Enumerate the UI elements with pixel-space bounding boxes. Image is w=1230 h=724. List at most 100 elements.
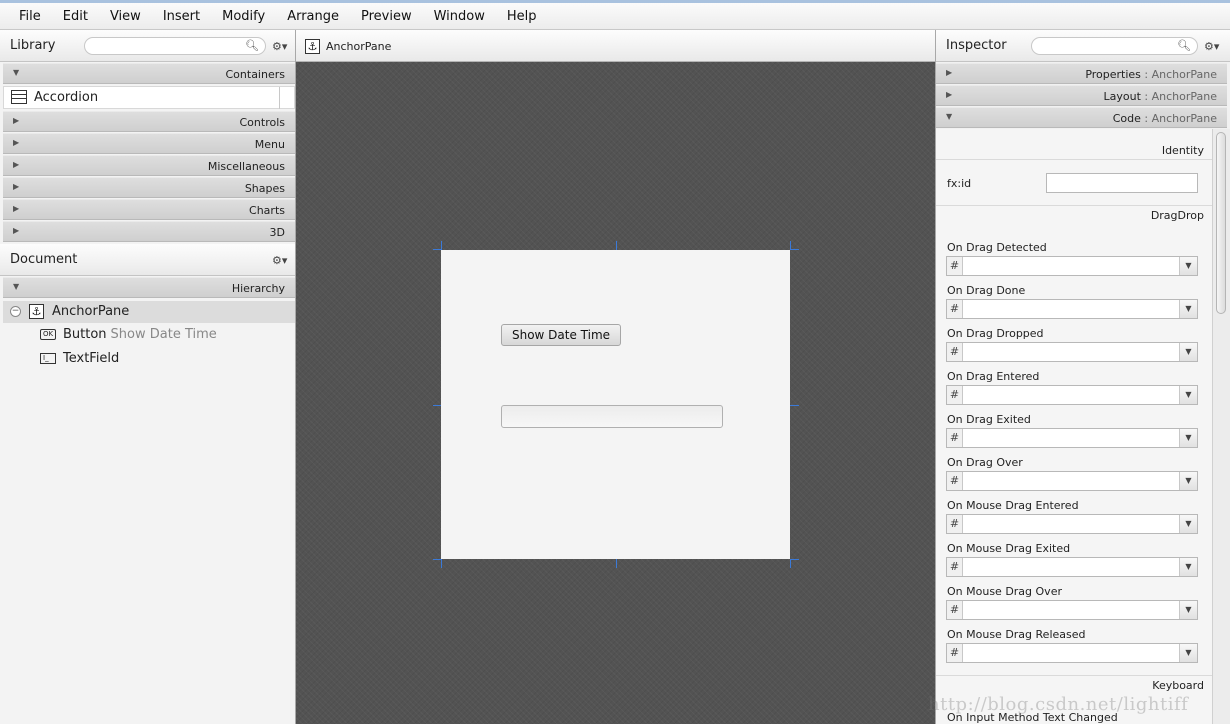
triangle-down-icon: ▼: [946, 112, 953, 121]
anchor-pane-canvas[interactable]: Show Date Time: [441, 250, 790, 559]
fxid-input[interactable]: [1046, 173, 1198, 193]
divider: [936, 675, 1212, 676]
tree-item-textfield[interactable]: I_ TextField: [3, 348, 295, 370]
on-drag-detected-field[interactable]: # ▼: [946, 256, 1198, 276]
triangle-right-icon: ▶: [946, 90, 953, 99]
section-miscellaneous[interactable]: ▶ Miscellaneous: [3, 155, 295, 176]
inspector-scrollbar[interactable]: [1212, 129, 1230, 724]
menu-modify[interactable]: Modify: [211, 9, 276, 24]
chevron-down-icon[interactable]: ▼: [1179, 300, 1197, 318]
chevron-down-icon[interactable]: ▼: [1179, 558, 1197, 576]
event-label: On Mouse Drag Entered: [947, 499, 1079, 512]
library-title: Library: [10, 38, 56, 53]
chevron-down-icon[interactable]: ▼: [1179, 429, 1197, 447]
collapse-icon[interactable]: −: [10, 306, 21, 317]
section-label: Menu: [254, 138, 285, 151]
chevron-down-icon[interactable]: ▼: [1179, 515, 1197, 533]
chevron-down-icon[interactable]: ▼: [1179, 343, 1197, 361]
on-drag-entered-field[interactable]: # ▼: [946, 385, 1198, 405]
section-label: Code : AnchorPane: [1112, 112, 1217, 125]
on-mouse-drag-over-field[interactable]: # ▼: [946, 600, 1198, 620]
handle-bottom-mid[interactable]: [616, 559, 617, 568]
keyboard-group-label: Keyboard: [1152, 679, 1204, 692]
triangle-right-icon: ▶: [13, 138, 20, 147]
tree-item-label: AnchorPane: [52, 304, 130, 319]
section-3d[interactable]: ▶ 3D: [3, 221, 295, 242]
watermark: http://blog.csdn.net/lightiff: [928, 694, 1189, 715]
menu-preview[interactable]: Preview: [350, 9, 423, 24]
chevron-down-icon[interactable]: ▼: [1179, 472, 1197, 490]
library-item-label: Accordion: [34, 90, 99, 105]
section-hierarchy[interactable]: ▼ Hierarchy: [3, 277, 295, 298]
on-mouse-drag-entered-field[interactable]: # ▼: [946, 514, 1198, 534]
on-drag-over-field[interactable]: # ▼: [946, 471, 1198, 491]
menu-edit[interactable]: Edit: [52, 9, 99, 24]
handle-bl-v[interactable]: [441, 559, 442, 568]
scrollbar-thumb[interactable]: [1216, 132, 1226, 314]
menu-help[interactable]: Help: [496, 9, 548, 24]
library-item-accordion[interactable]: Accordion: [3, 86, 295, 109]
chevron-down-icon[interactable]: ▼: [1179, 601, 1197, 619]
triangle-right-icon: ▶: [13, 226, 20, 235]
handle-br-h[interactable]: [790, 559, 799, 560]
chevron-down-icon[interactable]: ▼: [1179, 257, 1197, 275]
tree-item-button[interactable]: OK Button Show Date Time: [3, 324, 295, 346]
fxid-label: fx:id: [947, 177, 972, 190]
section-code[interactable]: ▼ Code : AnchorPane: [936, 107, 1227, 128]
on-drag-dropped-field[interactable]: # ▼: [946, 342, 1198, 362]
content-canvas-area[interactable]: ⚓︎ AnchorPane Show Date Time: [296, 30, 935, 724]
inspector-search-input[interactable]: 🔍︎: [1031, 37, 1198, 55]
menu-view[interactable]: View: [99, 9, 152, 24]
on-mouse-drag-exited-field[interactable]: # ▼: [946, 557, 1198, 577]
section-label: Miscellaneous: [207, 160, 285, 173]
handle-top-mid[interactable]: [616, 241, 617, 250]
on-mouse-drag-released-field[interactable]: # ▼: [946, 643, 1198, 663]
tree-item-label: Button Show Date Time: [63, 327, 217, 342]
triangle-right-icon: ▶: [13, 204, 20, 213]
handle-tr-v[interactable]: [790, 241, 791, 250]
handle-tr-h[interactable]: [790, 249, 799, 250]
library-search-input[interactable]: 🔍︎: [84, 37, 266, 55]
selection-bar: ⚓︎ AnchorPane: [296, 30, 935, 62]
section-label: Properties : AnchorPane: [1085, 68, 1217, 81]
chevron-down-icon[interactable]: ▼: [1179, 644, 1197, 662]
section-controls[interactable]: ▶ Controls: [3, 111, 295, 132]
triangle-down-icon: ▼: [13, 68, 20, 77]
triangle-right-icon: ▶: [13, 116, 20, 125]
handle-tl-v[interactable]: [441, 241, 442, 250]
on-drag-exited-field[interactable]: # ▼: [946, 428, 1198, 448]
menu-arrange[interactable]: Arrange: [276, 9, 350, 24]
tree-item-anchorpane[interactable]: − ⚓︎ AnchorPane: [3, 301, 295, 323]
selected-node-label[interactable]: AnchorPane: [326, 40, 391, 53]
tree-item-hint: Show Date Time: [110, 327, 217, 342]
on-drag-done-field[interactable]: # ▼: [946, 299, 1198, 319]
hash-icon: #: [947, 257, 963, 275]
menu-file[interactable]: File: [8, 9, 52, 24]
event-label: On Drag Detected: [947, 241, 1047, 254]
section-shapes[interactable]: ▶ Shapes: [3, 177, 295, 198]
section-label: Hierarchy: [231, 282, 285, 295]
event-label: On Drag Dropped: [947, 327, 1044, 340]
menubar: File Edit View Insert Modify Arrange Pre…: [0, 0, 1230, 30]
section-charts[interactable]: ▶ Charts: [3, 199, 295, 220]
handle-right-mid[interactable]: [790, 405, 799, 406]
section-menu[interactable]: ▶ Menu: [3, 133, 295, 154]
document-title: Document: [10, 252, 78, 267]
gear-icon[interactable]: ⚙▾: [1204, 40, 1219, 53]
button-icon: OK: [40, 329, 56, 340]
gear-icon[interactable]: ⚙▾: [272, 40, 287, 53]
dragdrop-group-label: DragDrop: [1150, 209, 1204, 222]
chevron-down-icon[interactable]: ▼: [1179, 386, 1197, 404]
section-layout[interactable]: ▶ Layout : AnchorPane: [936, 85, 1227, 106]
gear-icon[interactable]: ⚙▾: [272, 254, 287, 267]
divider: [279, 87, 280, 109]
handle-br-v[interactable]: [790, 559, 791, 568]
canvas-textfield[interactable]: [501, 405, 723, 428]
section-label: Shapes: [244, 182, 285, 195]
show-date-time-button[interactable]: Show Date Time: [501, 324, 621, 346]
menu-insert[interactable]: Insert: [152, 9, 211, 24]
menu-window[interactable]: Window: [423, 9, 496, 24]
section-properties[interactable]: ▶ Properties : AnchorPane: [936, 63, 1227, 84]
section-containers[interactable]: ▼ Containers: [3, 63, 295, 84]
tree-item-label: TextField: [63, 351, 120, 366]
